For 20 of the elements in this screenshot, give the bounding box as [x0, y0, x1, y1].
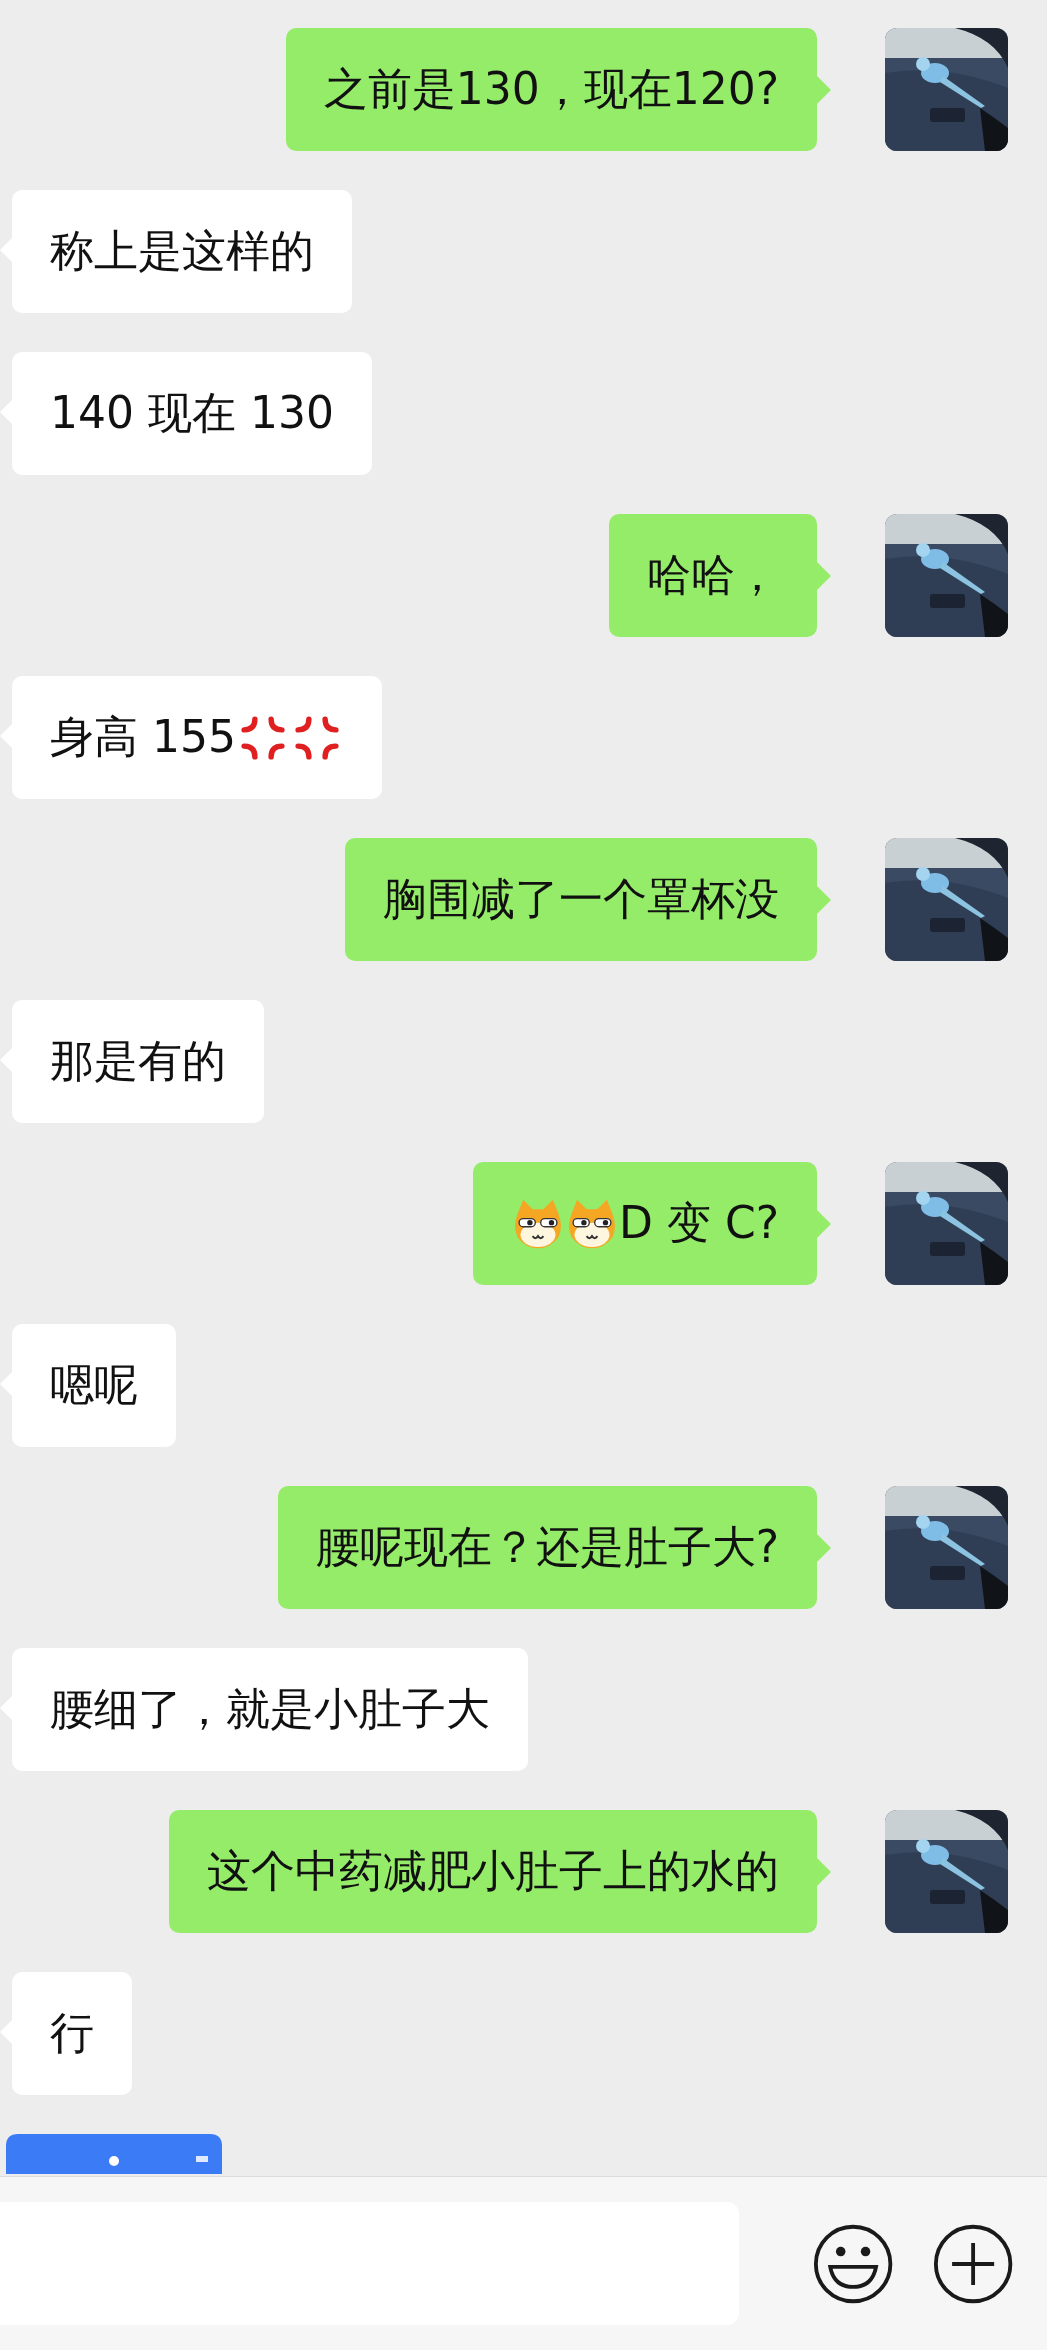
message-bubble: 这个中药减肥小肚子上的水的	[169, 1810, 817, 1933]
message-bubble: 之前是130，现在120?	[285, 28, 817, 151]
message-bubble: 行	[12, 1972, 132, 2095]
message-bubble: 称上是这样的	[12, 190, 352, 313]
bubble-tail	[817, 1210, 831, 1238]
message-bubble: D 变 C?	[473, 1162, 817, 1285]
message-bubble: 腰细了，就是小肚子大	[12, 1648, 528, 1771]
bubble-tail	[817, 886, 831, 914]
message-bubble: 140 现在 130	[12, 352, 372, 475]
screenshot-thumbnail[interactable]	[6, 2134, 222, 2174]
message-bubble: 腰呢现在？还是肚子大?	[277, 1486, 817, 1609]
bubble-tail	[817, 1858, 831, 1886]
bubble-tail	[817, 1534, 831, 1562]
bubble-tail	[817, 562, 831, 590]
message-bubble: 那是有的	[12, 1000, 264, 1123]
bubble-tail	[817, 76, 831, 104]
message-bubble: 身高 155	[12, 676, 382, 799]
message-bubble: 嗯呢	[12, 1324, 176, 1447]
message-bubble: 胸围减了一个罩杯没	[345, 838, 817, 961]
message-bubble: 哈哈，	[609, 514, 817, 637]
